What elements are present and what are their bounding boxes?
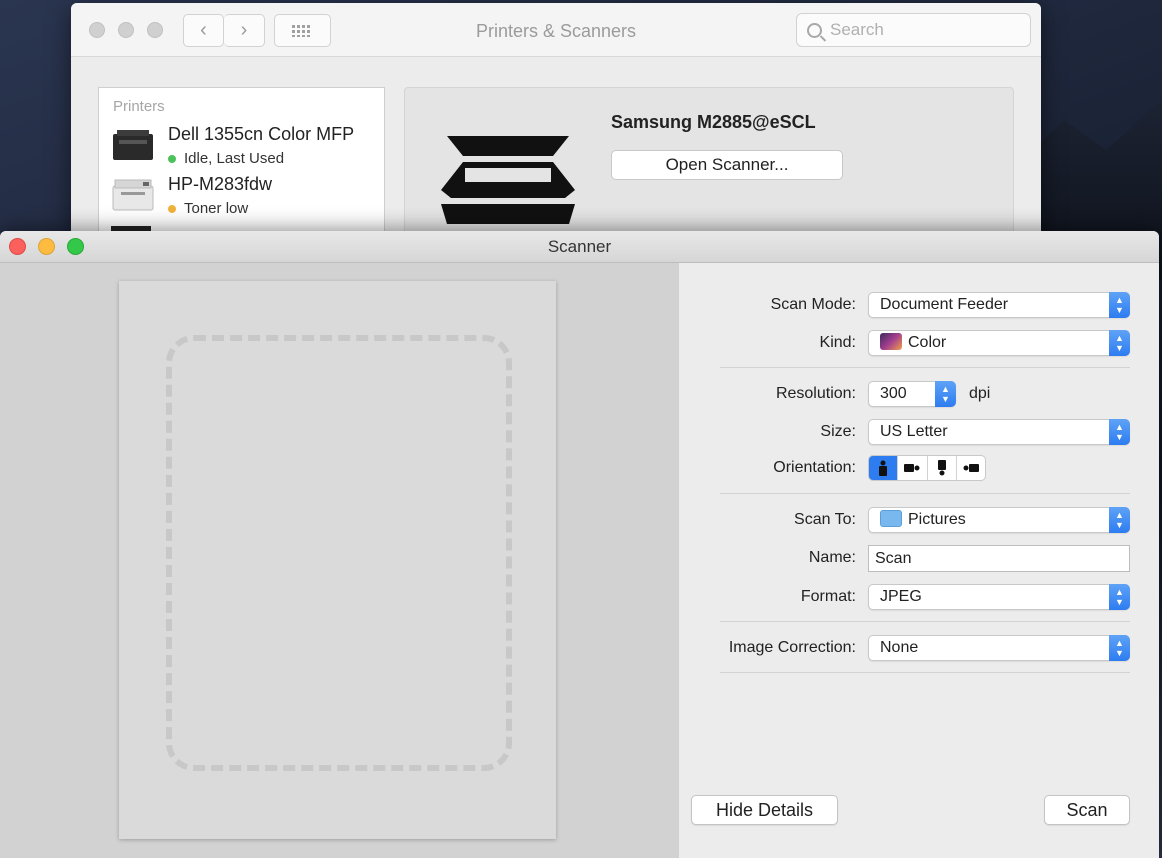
kind-row: Kind: Color ▲ ▼: [679, 330, 1159, 356]
status-dot-icon: [168, 205, 176, 214]
scan-mode-select[interactable]: Document Feeder ▲ ▼: [868, 292, 1130, 318]
updown-arrows-icon: ▲ ▼: [1109, 419, 1130, 445]
scan-to-value: Pictures: [908, 511, 966, 528]
scan-region-outline: [166, 335, 512, 771]
size-label: Size:: [820, 423, 856, 440]
resolution-unit: dpi: [969, 385, 991, 402]
orientation-row: Orientation:: [679, 455, 1159, 481]
size-select[interactable]: US Letter ▲ ▼: [868, 419, 1130, 445]
scan-to-select[interactable]: Pictures ▲ ▼: [868, 507, 1130, 533]
printer-list[interactable]: Printers Dell 1355cn Color MFP Idle, Las…: [98, 87, 385, 243]
updown-arrows-icon: ▲ ▼: [1109, 292, 1130, 318]
scan-mode-label: Scan Mode:: [770, 296, 856, 313]
kind-value: Color: [908, 334, 947, 351]
printers-scanners-window: ‹ › Printers & Scanners Search Printers: [71, 3, 1041, 243]
search-input[interactable]: Search: [796, 13, 1031, 47]
printer-name: HP-M283fdw: [168, 174, 273, 194]
format-label: Format:: [800, 588, 856, 605]
preview-page: [119, 281, 556, 839]
pictures-folder-icon: [880, 510, 902, 527]
hide-details-button[interactable]: Hide Details: [691, 795, 838, 825]
printer-status-text: Idle, Last Used: [184, 150, 285, 167]
printer-status-text: Toner low: [184, 200, 249, 217]
color-flower-icon: [880, 333, 902, 350]
orientation-segmented-control[interactable]: [868, 455, 986, 481]
updown-arrows-icon: ▲ ▼: [1109, 635, 1130, 661]
resolution-value: 300: [880, 385, 907, 402]
selected-device-name: Samsung M2885@eSCL: [611, 112, 816, 132]
printer-icon: [112, 179, 154, 211]
name-field[interactable]: Scan: [868, 545, 1130, 572]
scan-preview-area[interactable]: [0, 263, 679, 858]
resolution-label: Resolution:: [775, 385, 856, 402]
scan-mode-row: Scan Mode: Document Feeder ▲ ▼: [679, 292, 1159, 318]
scanner-icon: [441, 136, 575, 224]
image-correction-label: Image Correction:: [728, 639, 856, 656]
scan-to-row: Scan To: Pictures ▲ ▼: [679, 507, 1159, 533]
open-scanner-button[interactable]: Open Scanner...: [611, 150, 843, 180]
list-item[interactable]: Dell 1355cn Color MFP Idle, Last Used: [99, 124, 386, 172]
orientation-rotate-left-icon[interactable]: [898, 456, 928, 480]
window-title: Scanner: [547, 237, 612, 256]
image-correction-row: Image Correction: None ▲ ▼: [679, 635, 1159, 661]
separator: [720, 621, 1130, 622]
name-label: Name:: [808, 549, 856, 566]
kind-label: Kind:: [819, 334, 856, 351]
updown-arrows-icon: ▲ ▼: [1109, 330, 1130, 356]
list-item[interactable]: HP-M283fdw Toner low: [99, 174, 386, 222]
orientation-upright-icon[interactable]: [869, 456, 899, 480]
separator: [720, 367, 1130, 368]
status-dot-icon: [168, 155, 176, 164]
format-select[interactable]: JPEG ▲ ▼: [868, 584, 1130, 610]
size-row: Size: US Letter ▲ ▼: [679, 419, 1159, 445]
separator: [720, 493, 1130, 494]
printer-name: Dell 1355cn Color MFP: [168, 124, 355, 144]
printer-list-header: Printers: [113, 98, 165, 115]
scan-to-label: Scan To:: [794, 511, 856, 528]
name-row: Name: Scan: [679, 545, 1159, 572]
format-value: JPEG: [880, 588, 922, 605]
resolution-combobox[interactable]: 300 ▲ ▼: [868, 381, 956, 407]
printers-titlebar: ‹ › Printers & Scanners Search: [71, 3, 1041, 57]
printer-status: Toner low: [168, 200, 248, 217]
image-correction-value: None: [880, 639, 919, 656]
separator: [720, 672, 1130, 673]
search-placeholder: Search: [830, 20, 884, 39]
scanner-titlebar: Scanner: [0, 231, 1159, 263]
scanner-window: Scanner Scan Mode: Document Feeder ▲ ▼ Ki…: [0, 231, 1159, 858]
search-icon: [807, 22, 822, 38]
orientation-upside-down-icon[interactable]: [928, 456, 957, 480]
printer-icon: [113, 130, 153, 160]
scan-settings-panel: Scan Mode: Document Feeder ▲ ▼ Kind: Colo…: [679, 263, 1159, 858]
updown-arrows-icon: ▲ ▼: [1109, 507, 1130, 533]
device-detail-pane: Samsung M2885@eSCL Open Scanner...: [404, 87, 1014, 243]
orientation-label: Orientation:: [773, 459, 856, 476]
scan-button[interactable]: Scan: [1044, 795, 1130, 825]
updown-arrows-icon: ▲ ▼: [935, 381, 956, 407]
orientation-rotate-right-icon[interactable]: [957, 456, 985, 480]
printer-status: Idle, Last Used: [168, 150, 284, 167]
kind-select[interactable]: Color ▲ ▼: [868, 330, 1130, 356]
scan-mode-value: Document Feeder: [880, 296, 1009, 313]
image-correction-select[interactable]: None ▲ ▼: [868, 635, 1130, 661]
resolution-row: Resolution: 300 ▲ ▼ dpi: [679, 381, 1159, 407]
format-row: Format: JPEG ▲ ▼: [679, 584, 1159, 610]
updown-arrows-icon: ▲ ▼: [1109, 584, 1130, 610]
size-value: US Letter: [880, 423, 948, 440]
